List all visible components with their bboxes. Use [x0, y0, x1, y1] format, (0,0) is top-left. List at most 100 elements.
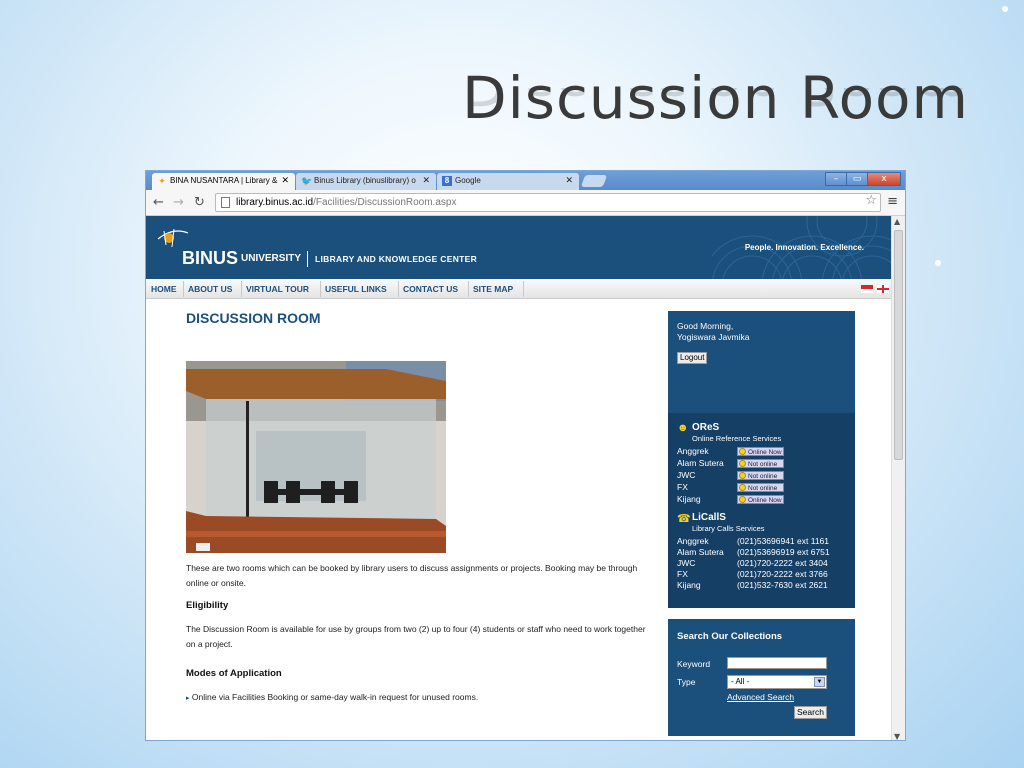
twitter-bird-icon: 🐦 [301, 176, 313, 186]
licalls-campus: JWC [677, 558, 696, 568]
tab-close-icon[interactable]: ✕ [565, 175, 573, 186]
search-title: Search Our Collections [677, 631, 783, 642]
maximize-button[interactable]: ▭ [846, 172, 868, 186]
nav-virtual-tour[interactable]: VIRTUAL TOUR [246, 284, 309, 294]
ores-status-badge[interactable]: Not online [737, 471, 784, 480]
licalls-campus: FX [677, 569, 688, 579]
status-dot-icon [739, 496, 746, 503]
new-tab-button[interactable] [580, 175, 608, 187]
reload-icon[interactable]: ↻ [194, 195, 205, 210]
ores-campus: JWC [677, 470, 696, 480]
status-text: Not online [748, 461, 778, 468]
site-nav: HOME ABOUT US VIRTUAL TOUR USEFUL LINKS … [146, 279, 892, 299]
nav-separator [183, 281, 184, 297]
page-viewport: BINUS UNIVERSITY LIBRARY AND KNOWLEDGE C… [146, 216, 892, 740]
url-host: library.binus.ac.id [236, 197, 314, 208]
slide-title-reflection: Discussion Room [462, 88, 969, 118]
licalls-phone: (021)53696919 ext 6751 [737, 547, 830, 557]
minimize-button[interactable]: – [825, 172, 847, 186]
nav-about-us[interactable]: ABOUT US [188, 284, 232, 294]
status-dot-icon [739, 484, 746, 491]
ores-status-badge[interactable]: Online Now [737, 447, 784, 456]
url-input[interactable]: library.binus.ac.id/Facilities/Discussio… [215, 193, 881, 212]
nav-home[interactable]: HOME [151, 284, 177, 294]
url-path: /Facilities/DiscussionRoom.aspx [313, 197, 457, 208]
page-icon [221, 197, 230, 208]
logo-university-text: UNIVERSITY [241, 253, 302, 264]
status-text: Online Now [748, 449, 782, 456]
forward-arrow-icon[interactable]: → [173, 195, 184, 210]
scroll-thumb[interactable] [894, 230, 903, 460]
logout-button[interactable]: Logout [677, 352, 708, 364]
licalls-campus: Kijang [677, 580, 701, 590]
ores-campus: Kijang [677, 494, 701, 504]
site-header: BINUS UNIVERSITY LIBRARY AND KNOWLEDGE C… [146, 216, 892, 279]
tab-bar: ✦ BINA NUSANTARA | Library & ✕ 🐦 Binus L… [146, 171, 905, 190]
nav-contact-us[interactable]: CONTACT US [403, 284, 458, 294]
menu-icon[interactable]: ≡ [887, 194, 898, 209]
google-favicon-icon: 8 [442, 176, 452, 186]
tab-close-icon[interactable]: ✕ [281, 175, 289, 186]
licalls-phone: (021)720-2222 ext 3766 [737, 569, 828, 579]
status-dot-icon [739, 460, 746, 467]
tab-label: Binus Library (binuslibrary) o [314, 176, 416, 185]
vertical-scrollbar[interactable]: ▲ ▼ [891, 216, 905, 740]
type-select[interactable]: - All - ▼ [727, 675, 827, 689]
licalls-phone: (021)53696941 ext 1161 [737, 536, 830, 546]
status-dot-icon [739, 472, 746, 479]
scroll-down-icon[interactable]: ▼ [894, 732, 900, 740]
browser-window: ✦ BINA NUSANTARA | Library & ✕ 🐦 Binus L… [145, 170, 906, 741]
modes-item-text: Online via Facilities Booking or same-da… [191, 692, 479, 702]
nav-useful-links[interactable]: USEFUL LINKS [325, 284, 387, 294]
advanced-search-link[interactable]: Advanced Search [727, 692, 794, 702]
scroll-up-icon[interactable]: ▲ [894, 217, 900, 226]
tab-google[interactable]: 8 Google ✕ [437, 173, 579, 190]
tab-label: BINA NUSANTARA | Library & [170, 176, 278, 185]
licalls-title: LiCallS [692, 512, 726, 523]
status-text: Not online [748, 485, 778, 492]
status-text: Online Now [748, 497, 782, 504]
ores-status-badge[interactable]: Online Now [737, 495, 784, 504]
licalls-phone: (021)532-7630 ext 2621 [737, 580, 828, 590]
chevron-down-icon: ▼ [814, 677, 825, 687]
search-collections-panel: Search Our Collections Keyword Type - Al… [668, 619, 855, 736]
licalls-phone: (021)720-2222 ext 3404 [737, 558, 828, 568]
phone-icon: ☎ [677, 513, 691, 525]
site-tagline: People. Innovation. Excellence. [744, 243, 864, 252]
window-controls: – ▭ x [825, 172, 901, 186]
type-select-value: - All - [731, 677, 750, 686]
eligibility-paragraph: The Discussion Room is available for use… [186, 624, 646, 649]
uk-flag-icon[interactable] [877, 285, 889, 293]
nav-separator [468, 281, 469, 297]
logo-binus-text: BINUS [182, 248, 239, 268]
licalls-campus: Anggrek [677, 536, 709, 546]
nav-site-map[interactable]: SITE MAP [473, 284, 513, 294]
ores-status-badge[interactable]: Not online [737, 483, 784, 492]
tab-close-icon[interactable]: ✕ [422, 175, 430, 186]
licalls-subtitle: Library Calls Services [692, 524, 765, 533]
tab-twitter[interactable]: 🐦 Binus Library (binuslibrary) o ✕ [296, 173, 436, 190]
close-window-button[interactable]: x [867, 172, 901, 186]
logo-center-text: LIBRARY AND KNOWLEDGE CENTER [315, 254, 478, 264]
indonesia-flag-icon[interactable] [861, 285, 873, 293]
ores-campus: Anggrek [677, 446, 709, 456]
keyword-input[interactable] [727, 657, 827, 669]
intro-paragraph: These are two rooms which can be booked … [186, 563, 638, 588]
bullet-arrow-icon: ▸ [186, 695, 190, 702]
type-label: Type [677, 677, 696, 687]
services-panel: ☻ OReS Online Reference Services Anggrek… [668, 413, 855, 608]
ores-campus: FX [677, 482, 688, 492]
bookmark-star-icon[interactable]: ☆ [865, 193, 877, 208]
smiley-icon: ☻ [677, 422, 689, 434]
modes-list-item: ▸ Online via Facilities Booking or same-… [186, 690, 656, 706]
discussion-room-photo [186, 361, 446, 553]
tab-binus-library[interactable]: ✦ BINA NUSANTARA | Library & ✕ [152, 173, 295, 190]
nav-separator [241, 281, 242, 297]
ores-title: OReS [692, 422, 720, 433]
nav-separator [398, 281, 399, 297]
back-arrow-icon[interactable]: ← [153, 195, 164, 210]
greeting-text: Good Morning, [677, 321, 734, 331]
ores-subtitle: Online Reference Services [692, 434, 782, 443]
search-button[interactable]: Search [794, 706, 827, 719]
ores-status-badge[interactable]: Not online [737, 459, 784, 468]
